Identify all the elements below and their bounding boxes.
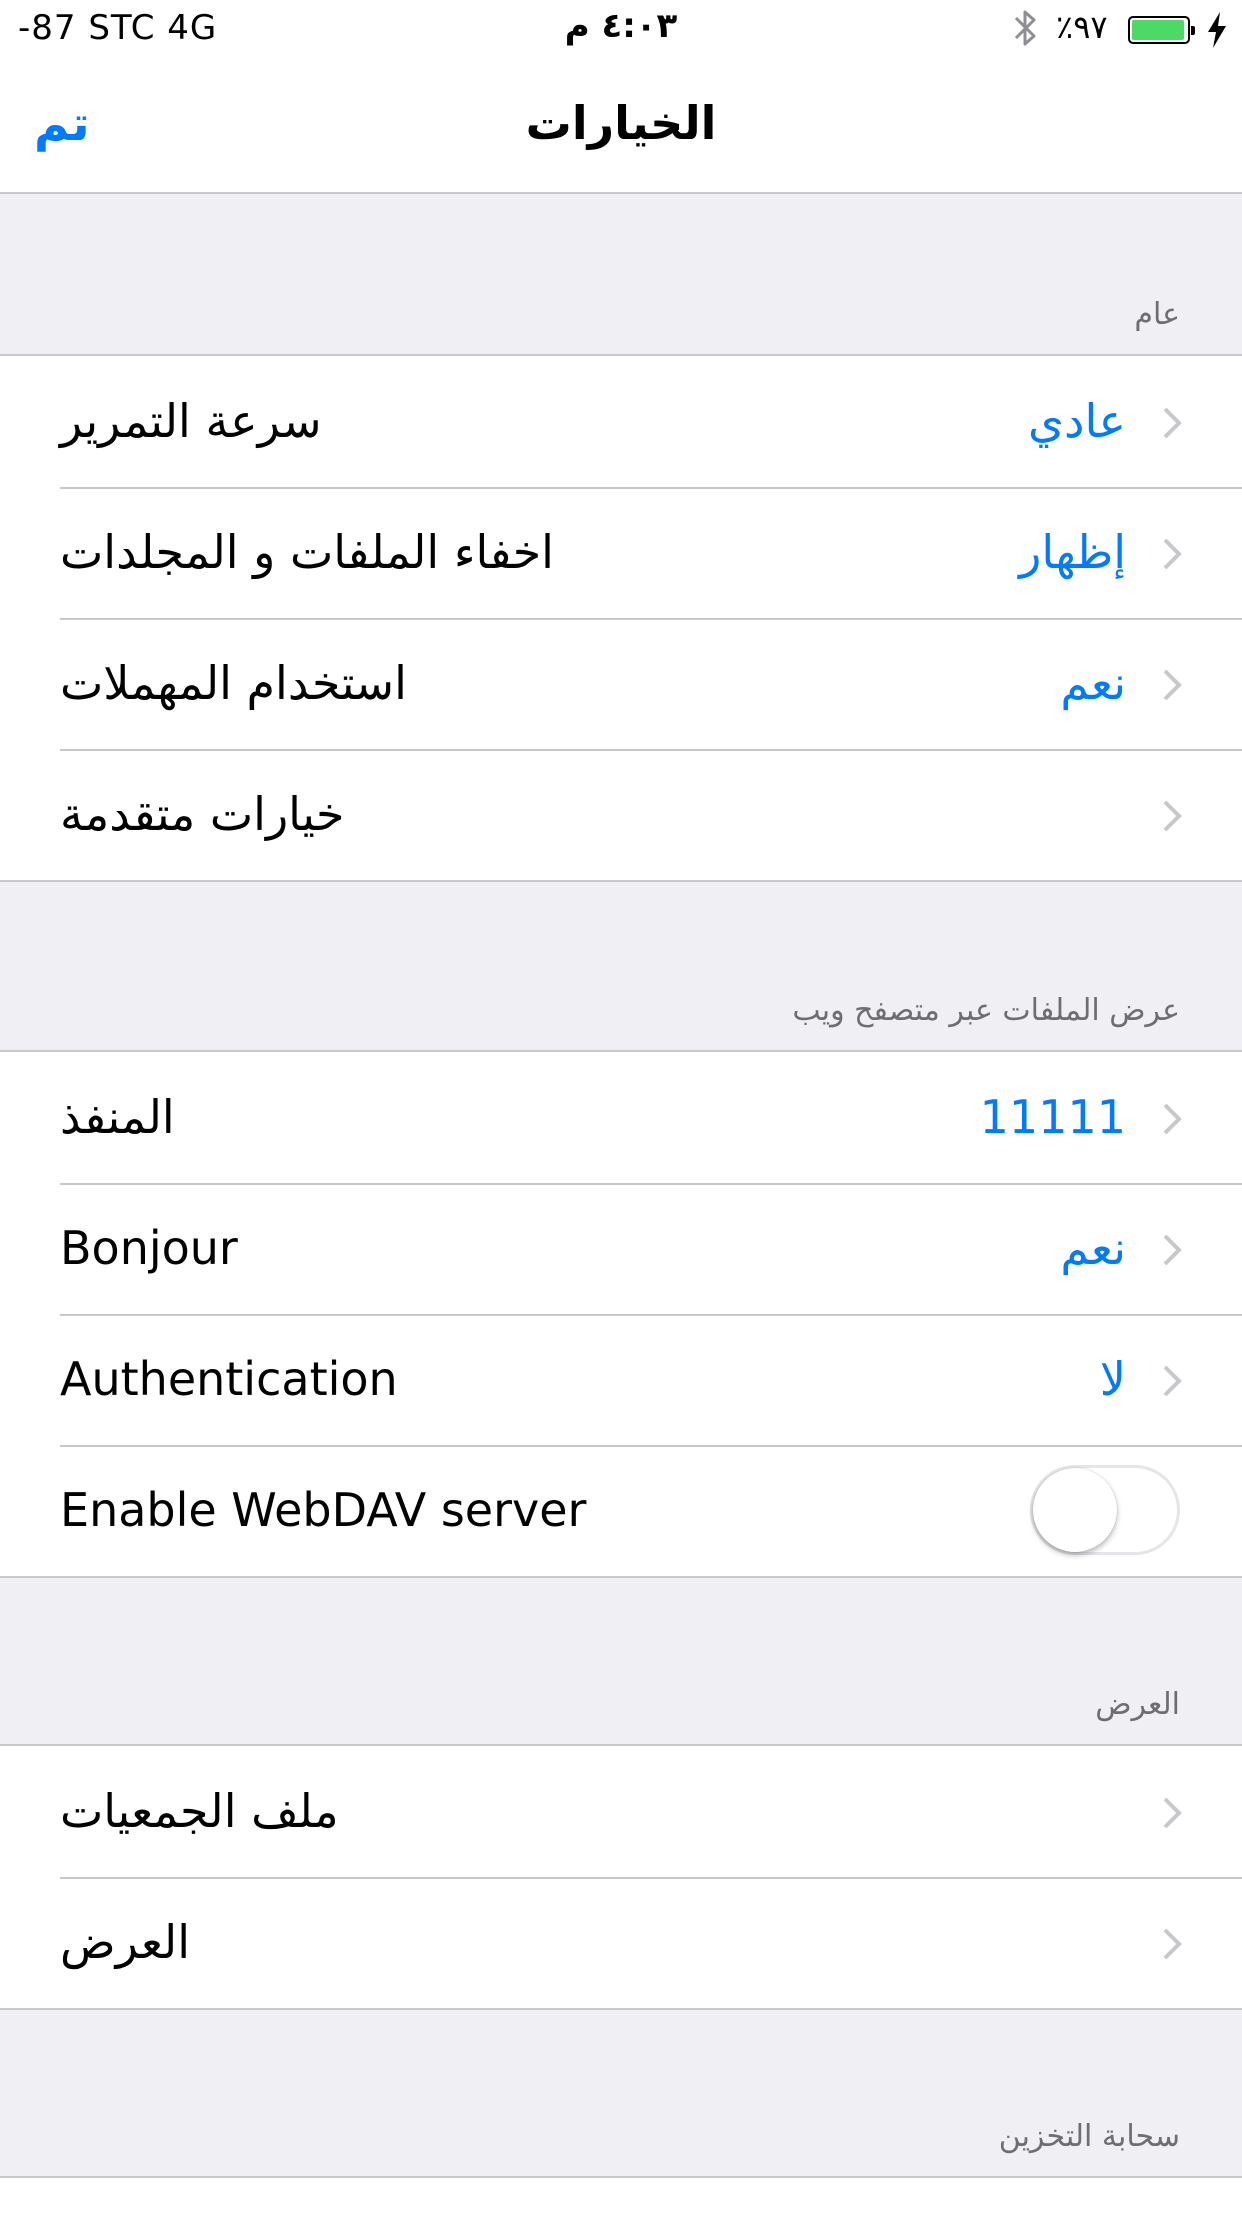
webdav-toggle[interactable] xyxy=(1030,1465,1180,1555)
group-web: المنفذ 11111 Bonjour نعم Authentication … xyxy=(0,1050,1242,1578)
row-value: نعم xyxy=(1060,656,1126,710)
page-title: الخيارات xyxy=(525,96,717,150)
chevron-right-icon xyxy=(1163,1797,1182,1829)
row-advanced-options[interactable]: خيارات متقدمة xyxy=(0,749,1242,880)
row-label: المنفذ xyxy=(60,1090,175,1144)
row-authentication[interactable]: Authentication لا xyxy=(0,1314,1242,1445)
chevron-right-icon xyxy=(1163,1928,1182,1960)
chevron-right-icon xyxy=(1163,669,1182,701)
row-hide-files[interactable]: اخفاء الملفات و المجلدات إظهار xyxy=(0,487,1242,618)
status-bar: -87 STC 4G ٤:٠٣ م ٪٩٧ xyxy=(0,0,1242,60)
row-label: Bonjour xyxy=(60,1221,238,1275)
chevron-right-icon xyxy=(1163,1365,1182,1397)
section-header-general: عام xyxy=(1134,297,1180,332)
section-header-display: العرض xyxy=(1095,1687,1180,1722)
row-bonjour[interactable]: Bonjour نعم xyxy=(0,1183,1242,1314)
toggle-knob xyxy=(1033,1468,1117,1552)
navigation-bar: تم الخيارات xyxy=(0,60,1242,190)
chevron-right-icon xyxy=(1163,538,1182,570)
row-display[interactable]: العرض xyxy=(0,1877,1242,2008)
row-label: خيارات متقدمة xyxy=(60,787,345,841)
row-label: Authentication xyxy=(60,1352,398,1406)
chevron-right-icon xyxy=(1163,407,1182,439)
row-label: ملف الجمعيات xyxy=(60,1784,339,1838)
charging-bolt-icon xyxy=(1208,12,1226,48)
battery-icon xyxy=(1128,16,1195,44)
bluetooth-icon xyxy=(1014,10,1036,46)
group-cloud xyxy=(0,2176,1242,2218)
row-value: نعم xyxy=(1060,1221,1126,1275)
row-port[interactable]: المنفذ 11111 xyxy=(0,1052,1242,1183)
row-associations-file[interactable]: ملف الجمعيات xyxy=(0,1746,1242,1877)
section-header-web: عرض الملفات عبر متصفح ويب xyxy=(792,993,1180,1028)
group-general: سرعة التمرير عادي اخفاء الملفات و المجلد… xyxy=(0,354,1242,882)
row-label: سرعة التمرير xyxy=(60,394,322,448)
row-label: اخفاء الملفات و المجلدات xyxy=(60,525,554,579)
row-label: العرض xyxy=(60,1915,190,1969)
row-value: إظهار xyxy=(1019,525,1126,579)
battery-percent: ٪٩٧ xyxy=(1056,8,1108,46)
row-webdav: Enable WebDAV server xyxy=(0,1445,1242,1576)
row-value: لا xyxy=(1099,1352,1126,1406)
row-value: عادي xyxy=(1028,394,1126,448)
row-scroll-speed[interactable]: سرعة التمرير عادي xyxy=(0,356,1242,487)
row-label: Enable WebDAV server xyxy=(60,1483,587,1537)
row-value: 11111 xyxy=(979,1090,1126,1144)
chevron-right-icon xyxy=(1163,1234,1182,1266)
top-bar: -87 STC 4G ٤:٠٣ م ٪٩٧ تم الخيارات xyxy=(0,0,1242,194)
chevron-right-icon xyxy=(1163,800,1182,832)
section-header-cloud: سحابة التخزين xyxy=(998,2119,1180,2154)
group-display: ملف الجمعيات العرض xyxy=(0,1744,1242,2010)
row-label: استخدام المهملات xyxy=(60,656,407,710)
row-use-trash[interactable]: استخدام المهملات نعم xyxy=(0,618,1242,749)
chevron-right-icon xyxy=(1163,1103,1182,1135)
